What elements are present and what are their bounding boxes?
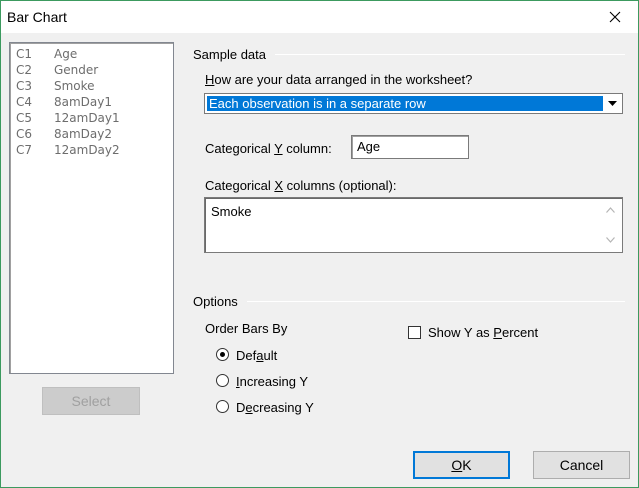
sample-data-group-label: Sample data [193, 47, 266, 62]
options-group-label: Options [193, 294, 238, 309]
chevron-down-icon [608, 100, 617, 106]
column-list-item[interactable]: C3 Smoke [16, 79, 166, 95]
categorical-x-label: Categorical X columns (optional): [205, 178, 397, 193]
chevron-down-icon [605, 237, 615, 243]
column-list-item[interactable]: C1 Age [16, 47, 166, 63]
radio-default[interactable] [216, 348, 229, 361]
column-list-item[interactable]: C4 8amDay1 [16, 95, 166, 111]
radio-decreasing-y-label[interactable]: Decreasing Y [236, 400, 314, 415]
column-list-item[interactable]: C5 12amDay1 [16, 111, 166, 127]
categorical-x-input[interactable]: Smoke [204, 197, 623, 253]
show-y-percent-label[interactable]: Show Y as Percent [428, 325, 538, 340]
column-list-item[interactable]: C7 12amDay2 [16, 143, 166, 159]
show-y-percent-checkbox[interactable] [408, 326, 421, 339]
arrangement-dropdown[interactable]: Each observation is in a separate row [204, 93, 623, 114]
close-button[interactable] [592, 1, 638, 33]
window-title: Bar Chart [7, 9, 67, 25]
title-bar[interactable]: Bar Chart [1, 1, 638, 33]
radio-increasing-y-label[interactable]: Increasing Y [236, 374, 308, 389]
categorical-y-label: Categorical Y column: [205, 141, 332, 156]
arrangement-label: How are your data arranged in the worksh… [205, 72, 473, 87]
column-list-item[interactable]: C2 Gender [16, 63, 166, 79]
bar-chart-dialog: Bar Chart C1 Age C2 Gender C3 Smoke C4 8… [0, 0, 639, 488]
cancel-button[interactable]: Cancel [533, 451, 630, 479]
radio-default-label[interactable]: Default [236, 348, 277, 363]
radio-increasing-y[interactable] [216, 374, 229, 387]
dropdown-arrow-button[interactable] [604, 95, 621, 112]
column-list-item[interactable]: C6 8amDay2 [16, 127, 166, 143]
categorical-y-input[interactable]: Age [351, 135, 469, 159]
options-divider [247, 301, 625, 302]
order-bars-label: Order Bars By [205, 321, 288, 336]
scroll-down-button[interactable] [604, 234, 616, 246]
column-list[interactable]: C1 Age C2 Gender C3 Smoke C4 8amDay1 C5 … [9, 42, 174, 374]
categorical-x-value: Smoke [211, 204, 252, 219]
scroll-up-button[interactable] [604, 204, 616, 216]
arrangement-selected-value: Each observation is in a separate row [207, 96, 603, 111]
sample-data-divider [275, 54, 625, 55]
ok-button[interactable]: OK [413, 451, 510, 479]
chevron-up-icon [605, 207, 615, 213]
radio-decreasing-y[interactable] [216, 400, 229, 413]
select-button[interactable]: Select [42, 387, 140, 415]
close-icon [609, 11, 621, 23]
